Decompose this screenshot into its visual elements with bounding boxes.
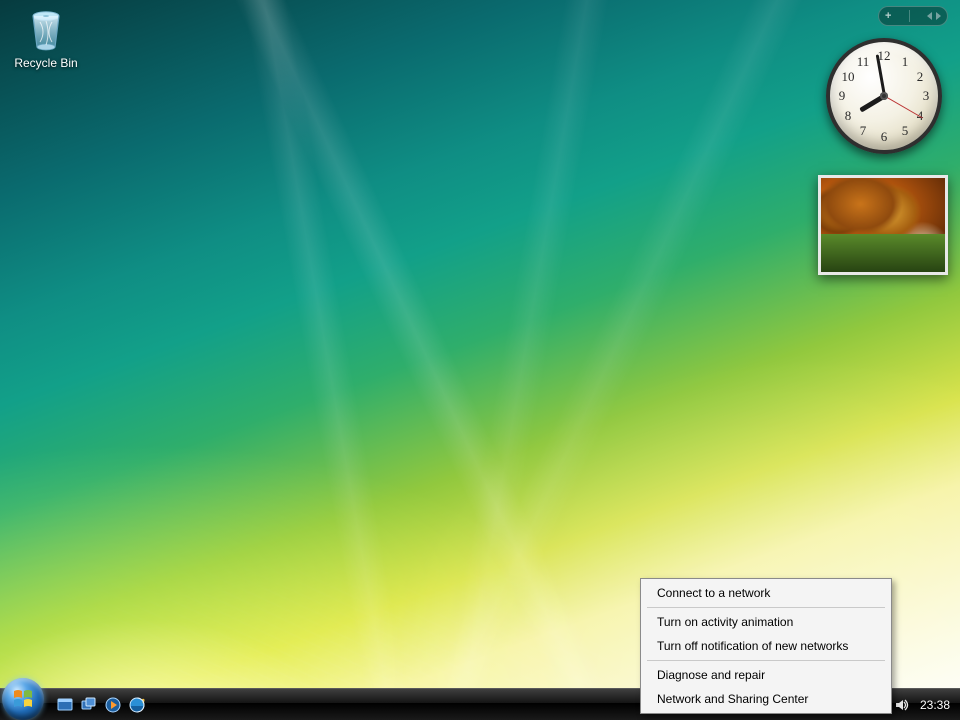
sidebar-gadget-controls[interactable]: + [878,6,948,26]
switch-windows-icon [80,696,98,714]
menu-item-turn-off-notification-new-networks[interactable]: Turn off notification of new networks [643,634,889,658]
desktop-icon-recycle-bin[interactable]: Recycle Bin [8,6,84,70]
slideshow-image [821,178,945,272]
clock-center-cap [880,92,888,100]
taskbar-clock[interactable]: 23:38 [914,698,954,712]
start-button[interactable] [2,678,44,720]
menu-separator [647,607,885,608]
recycle-bin-icon [22,6,70,54]
quick-launch-bar [50,689,152,720]
clock-numeral: 8 [838,108,858,124]
show-desktop-icon [56,696,74,714]
clock-numeral: 3 [916,88,936,104]
volume-icon [894,697,910,713]
add-gadget-icon[interactable]: + [885,10,891,22]
network-tray-context-menu: Connect to a network Turn on activity an… [640,578,892,714]
internet-explorer-icon [128,696,146,714]
clock-numeral: 2 [910,69,930,85]
quick-launch-show-desktop[interactable] [54,694,76,716]
quick-launch-internet-explorer[interactable] [126,694,148,716]
menu-item-network-and-sharing-center[interactable]: Network and Sharing Center [643,687,889,711]
clock-numeral: 11 [853,54,873,70]
clock-numeral: 10 [838,69,858,85]
menu-item-connect-to-network[interactable]: Connect to a network [643,581,889,605]
menu-item-turn-on-activity-animation[interactable]: Turn on activity animation [643,610,889,634]
clock-numeral: 6 [874,129,894,145]
quick-launch-switch-windows[interactable] [78,694,100,716]
quick-launch-media-player[interactable] [102,694,124,716]
gadget-next-icon[interactable] [936,12,941,20]
tray-volume[interactable] [894,697,910,713]
windows-logo-icon [11,687,35,711]
divider [909,10,910,22]
desktop-icon-label: Recycle Bin [8,56,84,70]
menu-separator [647,660,885,661]
clock-numeral: 5 [895,123,915,139]
slideshow-gadget[interactable] [818,175,948,275]
desktop-wallpaper[interactable]: Recycle Bin + 12 1 2 3 4 5 6 7 8 9 10 11 [0,0,960,720]
clock-gadget[interactable]: 12 1 2 3 4 5 6 7 8 9 10 11 [826,38,942,154]
clock-numeral: 9 [832,88,852,104]
menu-item-diagnose-and-repair[interactable]: Diagnose and repair [643,663,889,687]
clock-numeral: 1 [895,54,915,70]
clock-numeral: 7 [853,123,873,139]
gadget-prev-icon[interactable] [927,12,932,20]
media-player-icon [104,696,122,714]
